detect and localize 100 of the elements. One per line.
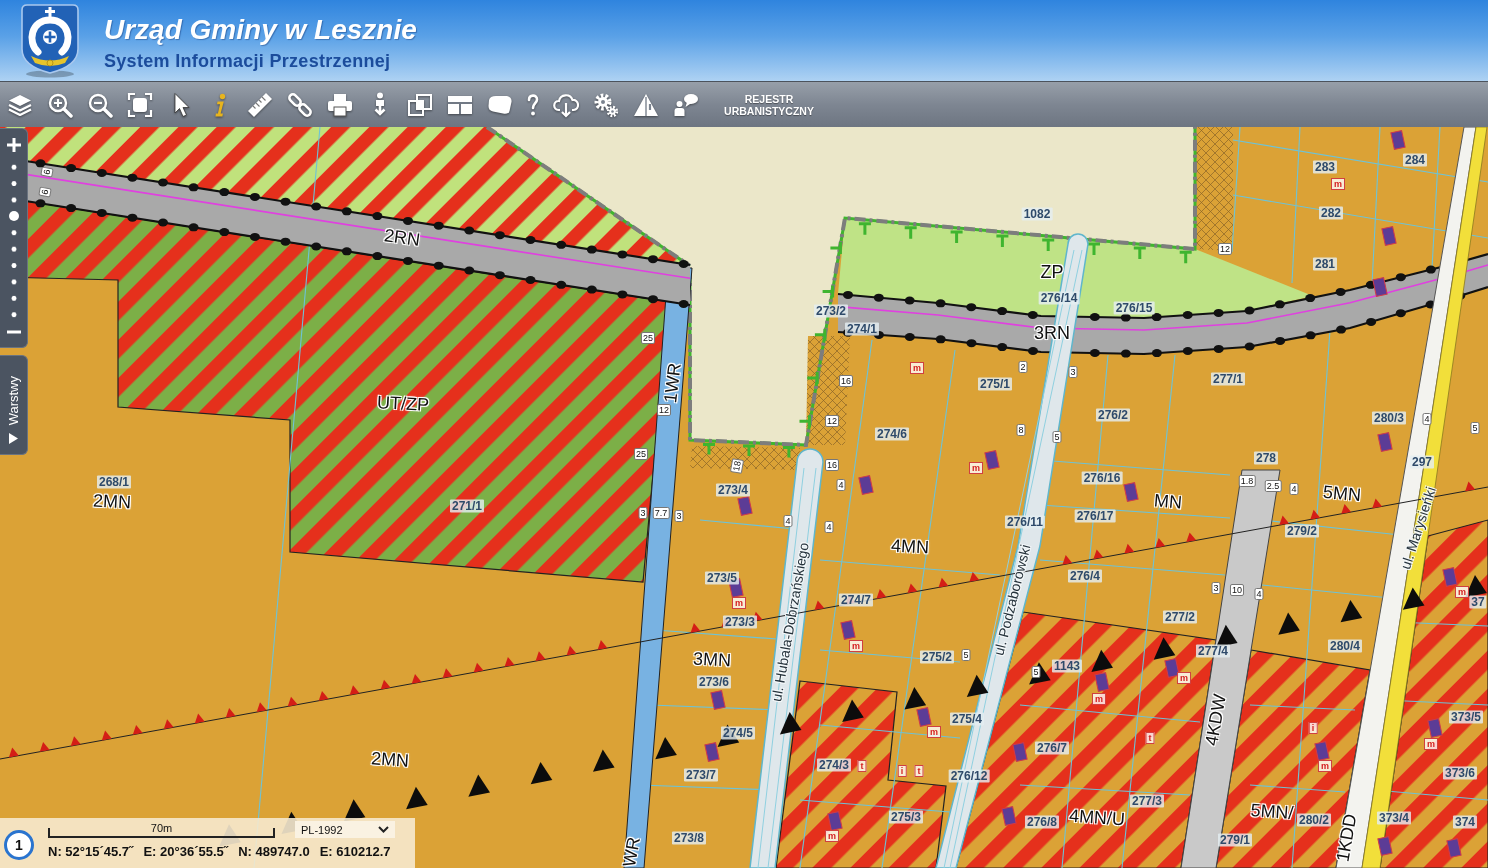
zone-label: UT/ZP xyxy=(376,392,430,416)
parcel-number: 374 xyxy=(1453,815,1477,829)
dimension-label: 5 xyxy=(1031,666,1041,678)
small-triangle-icon xyxy=(39,742,50,752)
small-triangle-icon xyxy=(1310,509,1321,520)
building-icon xyxy=(1442,567,1458,587)
zoom-in-icon[interactable] xyxy=(47,91,73,118)
coordinate-text: E: 610212.7 xyxy=(319,844,391,859)
parcel-number: 273/8 xyxy=(672,831,706,845)
parcel-number: 37 xyxy=(1469,595,1487,609)
dimension-label: 16 xyxy=(825,459,839,471)
small-triangle-icon xyxy=(1186,532,1197,543)
parcel-number: 276/11 xyxy=(1005,515,1045,529)
parcel-number: 275/1 xyxy=(978,377,1012,391)
building-symbol: i xyxy=(1308,722,1318,734)
help-icon[interactable] xyxy=(527,91,539,118)
parcel-number: 277/4 xyxy=(1196,644,1230,658)
building-symbol: m xyxy=(732,597,746,609)
parcel-number: 373/6 xyxy=(1443,766,1477,780)
parcel-number: 276/7 xyxy=(1035,741,1069,755)
parcel-number: 278 xyxy=(1254,451,1278,465)
small-triangle-icon xyxy=(566,645,577,656)
triangle-marker-icon xyxy=(1278,612,1300,635)
dimension-label: 3 xyxy=(674,510,684,522)
layers-tab[interactable]: Warstwy xyxy=(0,355,28,455)
coordinate-text: N: 52°15´45.7˝ xyxy=(48,844,134,859)
triangle-marker-icon xyxy=(655,737,677,760)
small-triangle-icon xyxy=(380,679,391,690)
building-symbol: m xyxy=(1455,586,1469,598)
dimension-label: 3 xyxy=(1068,366,1078,378)
settings-icon[interactable] xyxy=(593,91,619,118)
parcel-number: 274/1 xyxy=(845,322,879,336)
ruler-icon[interactable] xyxy=(247,91,273,118)
zone-label: 1KDD xyxy=(1332,812,1362,864)
dimension-label: 3 xyxy=(638,507,648,519)
dimension-label: 2.5 xyxy=(1264,480,1282,492)
cloud-download-icon[interactable] xyxy=(553,91,579,118)
parcel-number: 275/4 xyxy=(950,712,984,726)
small-triangle-icon xyxy=(287,696,298,707)
small-triangle-icon xyxy=(1341,504,1352,514)
building-icon xyxy=(916,707,932,727)
overlapping-squares-icon[interactable] xyxy=(407,91,433,118)
parcel-number: 275/2 xyxy=(920,650,954,664)
parcel-number: 280/3 xyxy=(1372,411,1406,425)
parcel-number: 373/4 xyxy=(1377,811,1411,825)
parcel-number: 297 xyxy=(1410,455,1434,469)
building-symbol: m xyxy=(1177,672,1191,684)
parcel-number: 1082 xyxy=(1021,207,1053,221)
dimension-label: 5 xyxy=(961,649,971,661)
printer-icon[interactable] xyxy=(327,91,353,118)
dimension-label: 7.7 xyxy=(652,507,670,519)
parcel-number: 280/2 xyxy=(1297,813,1331,827)
full-extent-icon[interactable] xyxy=(127,91,153,118)
parcel-number: 276/14 xyxy=(1038,291,1080,305)
building-icon xyxy=(858,475,874,495)
site-title: Urząd Gminy w Lesznie xyxy=(104,14,417,46)
small-triangle-icon xyxy=(690,623,701,633)
parcel-number: 283 xyxy=(1313,160,1337,174)
small-triangle-icon xyxy=(411,674,422,684)
parcel-number: 268/1 xyxy=(97,475,131,489)
triangle-marker-icon xyxy=(966,674,989,697)
triangle-marker-icon xyxy=(904,687,927,710)
zoom-in-icon[interactable] xyxy=(6,138,21,152)
zoom-slider-thumb[interactable] xyxy=(8,210,19,221)
dimension-label: 6 xyxy=(38,186,52,198)
building-symbol: i xyxy=(897,765,907,777)
triangle-marker-icon xyxy=(1402,587,1425,610)
building-icon xyxy=(1094,672,1110,692)
crs-dropdown[interactable]: PL-1992 xyxy=(295,821,395,838)
dimension-label: 12 xyxy=(657,404,671,416)
zone-label: MN xyxy=(1153,490,1183,514)
site-subtitle: System Informacji Przestrzennej xyxy=(104,50,392,72)
building-icon xyxy=(1001,806,1017,826)
parcel-number: 273/5 xyxy=(705,571,739,585)
register-button[interactable]: REJESTR URBANISTYCZNY xyxy=(717,92,821,117)
parcel-number: 273/7 xyxy=(684,768,718,782)
dimension-label: 5 xyxy=(1052,431,1062,443)
triangle-marker-icon xyxy=(468,774,490,797)
link-icon[interactable] xyxy=(287,91,313,118)
building-symbol: t xyxy=(857,760,867,772)
zone-label: 5MN/ xyxy=(1249,800,1295,824)
parcel-number: 277/3 xyxy=(1130,794,1164,808)
small-triangle-icon xyxy=(256,702,267,713)
triangle-marker-icon xyxy=(842,699,864,722)
building-icon xyxy=(827,811,843,831)
small-triangle-icon xyxy=(969,572,980,582)
dimension-label: 12 xyxy=(1218,243,1232,255)
parcel-number: 275/3 xyxy=(889,810,923,824)
zone-label: 3RN xyxy=(1034,322,1070,344)
small-triangle-icon xyxy=(318,691,329,701)
person-speech-bubble-icon[interactable] xyxy=(673,91,699,118)
triangle-marker-icon xyxy=(1340,599,1363,623)
dimension-label: 8 xyxy=(1016,424,1026,436)
building-icon xyxy=(1314,741,1330,761)
small-triangle-icon xyxy=(349,685,360,696)
zone-label: 4KDW xyxy=(1201,692,1231,748)
parcel-number: 276/8 xyxy=(1025,815,1059,829)
dimension-label: 10 xyxy=(1230,584,1244,596)
zoom-out-icon[interactable] xyxy=(87,91,113,118)
small-triangle-icon xyxy=(1124,543,1135,554)
